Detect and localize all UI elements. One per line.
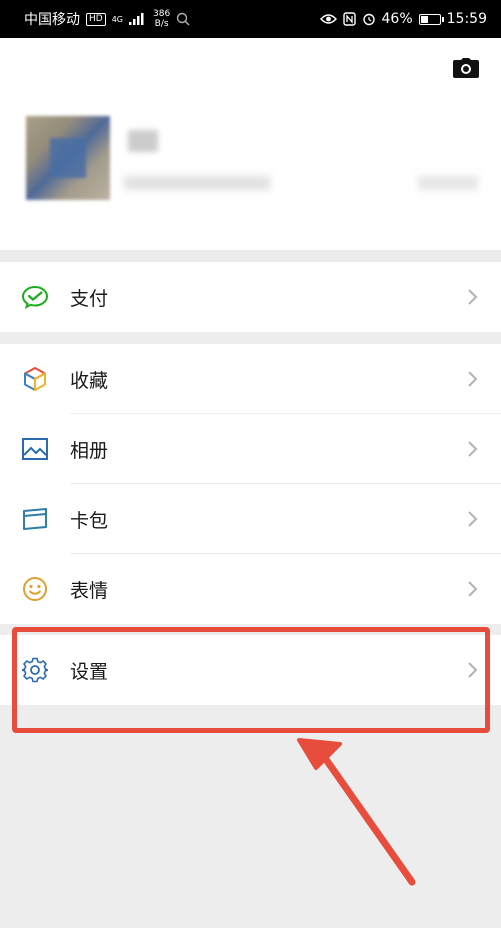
chevron-right-icon <box>468 511 478 527</box>
alarm-icon <box>362 13 375 26</box>
chevron-right-icon <box>468 371 478 387</box>
menu-label-favorites: 收藏 <box>70 369 109 392</box>
gear-icon <box>22 657 48 683</box>
eye-icon <box>319 14 337 24</box>
network-speed: 386 B/s <box>153 9 170 29</box>
wechat-id-redacted <box>124 176 270 190</box>
cube-icon <box>22 366 48 392</box>
chevron-right-icon <box>468 289 478 305</box>
menu-item-settings[interactable]: 设置 <box>0 635 501 705</box>
card-icon <box>22 506 48 532</box>
avatar[interactable] <box>26 116 110 200</box>
carrier-name: 中国移动 <box>24 12 80 28</box>
status-bar: 中国移动 HD 4G 386 B/s 46% 15:59 <box>0 0 501 38</box>
settings-group: 设置 <box>0 635 501 705</box>
camera-icon[interactable] <box>453 58 479 78</box>
pay-group: 支付 <box>0 262 501 332</box>
wechat-pay-icon <box>22 284 48 310</box>
smiley-icon <box>22 576 48 602</box>
chevron-right-icon <box>468 581 478 597</box>
qr-code-redacted[interactable] <box>418 176 478 190</box>
image-icon <box>22 436 48 462</box>
menu-label-cards: 卡包 <box>70 509 109 532</box>
search-icon <box>176 12 190 26</box>
network-type: 4G <box>111 14 123 24</box>
speed-value: 386 <box>153 9 171 19</box>
menu-item-cards[interactable]: 卡包 <box>0 484 501 554</box>
signal-icon <box>129 13 144 25</box>
battery-fill <box>420 15 429 23</box>
menu-label-settings: 设置 <box>70 660 109 683</box>
battery-percent: 46% <box>381 11 413 27</box>
features-group: 收藏 相册 卡包 表情 <box>0 344 501 624</box>
speed-unit: B/s <box>154 19 169 29</box>
chevron-right-icon <box>468 662 478 678</box>
menu-item-pay[interactable]: 支付 <box>0 262 501 332</box>
profile-header[interactable] <box>0 38 501 250</box>
menu-item-stickers[interactable]: 表情 <box>0 554 501 624</box>
chevron-right-icon <box>468 441 478 457</box>
menu-label-pay: 支付 <box>70 287 109 310</box>
clock: 15:59 <box>446 11 487 27</box>
hd-badge: HD <box>86 12 106 26</box>
menu-item-album[interactable]: 相册 <box>0 414 501 484</box>
battery-icon <box>418 13 444 25</box>
nickname-redacted <box>128 130 158 152</box>
menu-label-stickers: 表情 <box>70 579 109 602</box>
nfc-icon <box>342 12 356 26</box>
menu-label-album: 相册 <box>70 439 109 462</box>
menu-item-favorites[interactable]: 收藏 <box>0 344 501 414</box>
